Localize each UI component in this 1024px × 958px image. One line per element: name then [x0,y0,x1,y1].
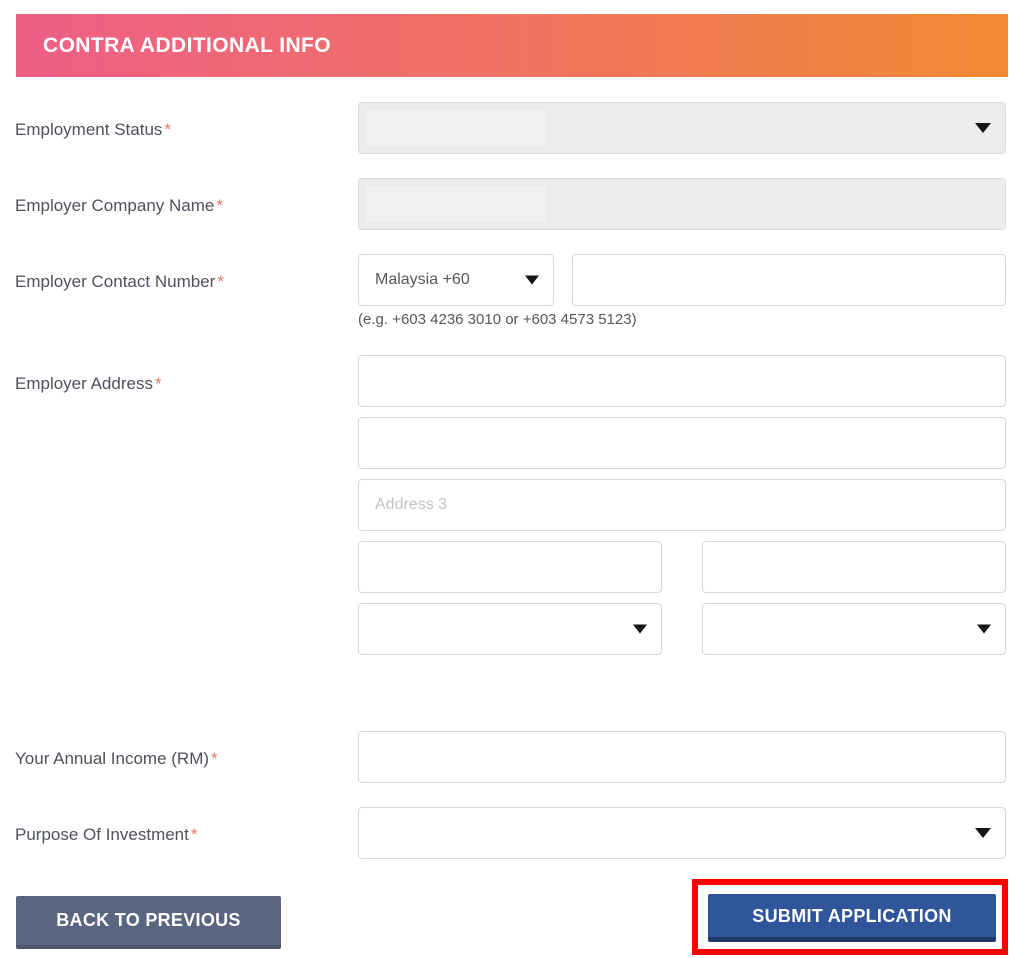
label-employer-address-text: Employer Address [15,374,153,393]
employer-address-line1-input[interactable] [358,355,1006,407]
employment-status-inner-fill [366,110,546,146]
required-asterisk: * [217,272,224,291]
label-purpose-of-investment-text: Purpose Of Investment [15,825,189,844]
row-employment-status: Employment Status * [0,102,1024,170]
employment-status-select[interactable] [358,102,1006,154]
fields-purpose-of-investment [358,807,1006,859]
fields-employment-status [358,102,1006,154]
employer-address-line3-input[interactable]: Address 3 [358,479,1006,531]
row-annual-income: Your Annual Income (RM) * [0,731,1024,799]
required-asterisk: * [164,120,172,139]
fields-employer-contact-number: Malaysia +60 (e.g. +603 4236 3010 or +60… [358,254,1006,328]
country-code-select[interactable]: Malaysia +60 [358,254,554,306]
country-code-value: Malaysia +60 [375,271,470,288]
employer-company-name-input[interactable] [358,178,1006,230]
employer-company-name-inner-fill [366,186,546,222]
employer-address-state-select[interactable] [358,603,662,655]
label-employment-status-text: Employment Status [15,120,163,139]
label-employment-status: Employment Status * [15,121,171,138]
employer-address-line3-placeholder: Address 3 [375,496,448,513]
chevron-down-icon [975,828,991,838]
row-purpose-of-investment: Purpose Of Investment * [0,807,1024,875]
required-asterisk: * [211,749,218,768]
label-purpose-of-investment: Purpose Of Investment * [15,826,198,843]
employer-address-country-select[interactable] [702,603,1006,655]
label-employer-contact-number: Employer Contact Number * [15,273,224,290]
employer-address-line2-input[interactable] [358,417,1006,469]
label-annual-income-text: Your Annual Income (RM) [15,749,210,768]
submit-application-button[interactable]: SUBMIT APPLICATION [708,894,996,942]
fields-employer-address: Address 3 [358,355,1006,655]
annual-income-input[interactable] [358,731,1006,783]
chevron-down-icon [977,624,991,634]
chevron-down-icon [633,624,647,634]
required-asterisk: * [190,825,198,844]
page-title: CONTRA ADDITIONAL INFO [43,33,332,57]
employer-address-postcode-input[interactable] [358,541,662,593]
label-employer-address: Employer Address * [15,375,162,392]
employer-contact-number-hint: (e.g. +603 4236 3010 or +603 4573 5123) [358,311,637,328]
fields-annual-income [358,731,1006,783]
chevron-down-icon [525,275,539,285]
label-employer-company-name-text: Employer Company Name [15,196,215,215]
submit-highlight-box: SUBMIT APPLICATION [692,879,1008,955]
row-employer-company-name: Employer Company Name * [0,178,1024,246]
chevron-down-icon [975,123,991,133]
panel-header: CONTRA ADDITIONAL INFO [16,14,1008,77]
fields-employer-company-name [358,178,1006,230]
employer-address-city-input[interactable] [702,541,1006,593]
required-asterisk: * [216,196,223,215]
required-asterisk: * [154,374,162,393]
back-to-previous-button[interactable]: BACK TO PREVIOUS [16,896,281,949]
purpose-of-investment-select[interactable] [358,807,1006,859]
label-employer-contact-number-text: Employer Contact Number [15,272,216,291]
label-employer-company-name: Employer Company Name * [15,197,223,214]
employer-contact-number-input[interactable] [572,254,1006,306]
label-annual-income: Your Annual Income (RM) * [15,750,218,767]
row-employer-contact-number: Employer Contact Number * Malaysia +60 (e… [0,254,1024,349]
row-employer-address: Employer Address * Address 3 [0,355,1024,705]
